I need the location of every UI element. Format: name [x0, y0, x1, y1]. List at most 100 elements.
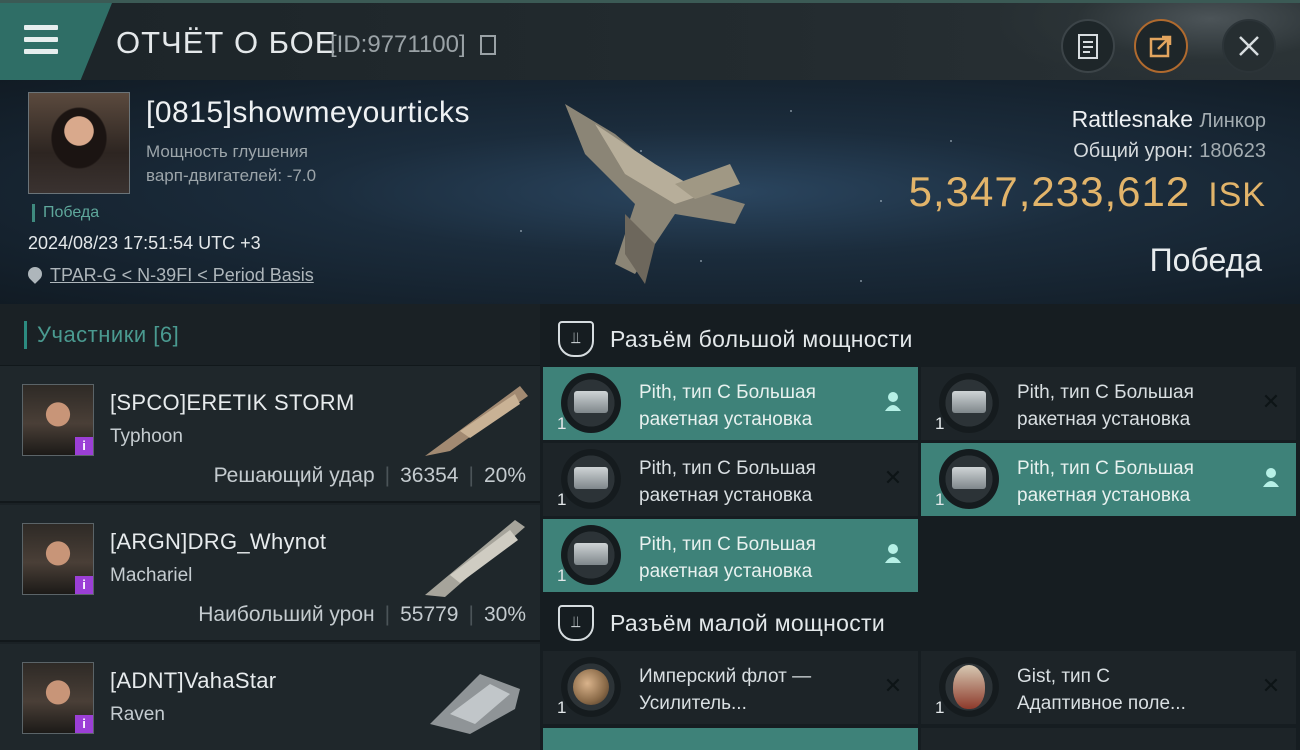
avatar[interactable]: i	[22, 662, 94, 734]
victim-stat-line2: варп-двигателей: -7.0	[146, 166, 317, 185]
page-title: ОТЧЁТ О БОЕ	[116, 25, 337, 60]
item-name: Имперский флот — Усилитель...	[639, 666, 812, 714]
participant-tag: Решающий удар	[213, 464, 375, 487]
isk-value: 5,347,233,612 ISK	[909, 168, 1266, 216]
participant-ship-image	[430, 674, 520, 734]
participant-name: [ADNT]VahaStar	[110, 668, 277, 693]
item-quantity: 1	[557, 698, 567, 717]
missile-launcher-icon	[561, 373, 621, 433]
item-quantity: 1	[935, 490, 945, 509]
item-quantity: 1	[935, 414, 945, 433]
participant-tag: Наибольший урон	[198, 603, 375, 626]
fitted-item[interactable]: 1 Pith, тип С Большая ракетная установка	[543, 519, 918, 592]
victim-stat: Мощность глушения варп-двигателей: -7.0	[146, 140, 316, 188]
location-pin-icon	[25, 264, 45, 284]
isk-amount: 5,347,233,612	[908, 168, 1191, 215]
item-quantity: 1	[557, 414, 567, 433]
participant-row[interactable]: i [ARGN]DRG_Whynot Machariel Наибольший …	[0, 505, 540, 642]
signal-amplifier-icon	[561, 657, 621, 717]
info-badge-icon: i	[75, 437, 93, 455]
dropped-person-icon	[882, 543, 904, 565]
damage-label: Общий урон:	[1073, 140, 1194, 162]
high-slot-icon: ⫫	[558, 321, 594, 357]
high-slot-title: Разъём большой мощности	[610, 325, 913, 352]
fitted-item-partial[interactable]	[921, 728, 1296, 750]
participant-row[interactable]: i [ADNT]VahaStar Raven	[0, 644, 540, 750]
victim-portrait[interactable]	[28, 92, 130, 194]
participant-damage: 36354	[400, 464, 459, 487]
ship-name[interactable]: Rattlesnake	[1072, 106, 1193, 132]
info-badge-icon: i	[75, 715, 93, 733]
fitted-item[interactable]: 1 Имперский флот — Усилитель... ✕	[543, 651, 918, 724]
copy-icon[interactable]	[480, 35, 496, 55]
item-quantity: 1	[557, 490, 567, 509]
participant-ship: Machariel	[110, 565, 193, 586]
kill-location[interactable]: TPAR-G < N-39FI < Period Basis	[25, 264, 314, 286]
total-damage: Общий урон: 180623	[1073, 140, 1266, 163]
item-name: Pith, тип С Большая ракетная установка	[639, 534, 816, 582]
victim-name[interactable]: [0815]showmeyourticks	[146, 96, 470, 130]
dropped-person-icon	[882, 391, 904, 413]
top-bar: ОТЧЁТ О БОЕ [ID:9771100]	[0, 0, 1300, 83]
fitted-item[interactable]: 1 Pith, тип С Большая ракетная установка	[921, 443, 1296, 516]
fitted-item-partial[interactable]	[543, 728, 918, 750]
participant-stats: Наибольший урон | 55779 | 30%	[198, 603, 526, 626]
avatar[interactable]: i	[22, 384, 94, 456]
clipboard-button[interactable]	[1061, 19, 1115, 73]
fitted-item[interactable]: 1 Gist, тип С Адаптивное поле... ✕	[921, 651, 1296, 724]
info-badge-icon: i	[75, 576, 93, 594]
victim-stat-line1: Мощность глушения	[146, 142, 308, 161]
low-slot-title: Разъём малой мощности	[610, 609, 886, 636]
fitted-item[interactable]: 1 Pith, тип С Большая ракетная установка …	[921, 367, 1296, 440]
header-accent	[24, 320, 27, 349]
missile-launcher-icon	[939, 449, 999, 509]
item-quantity: 1	[557, 566, 567, 585]
close-button[interactable]	[1222, 19, 1276, 73]
fitted-item[interactable]: 1 Pith, тип С Большая ракетная установка	[543, 367, 918, 440]
avatar[interactable]: i	[22, 523, 94, 595]
participant-stats: Решающий удар | 36354 | 20%	[213, 464, 526, 487]
isk-currency: ISK	[1208, 176, 1266, 214]
share-icon	[1149, 35, 1172, 58]
item-name: Gist, тип С Адаптивное поле...	[1017, 666, 1186, 714]
clipboard-icon	[1078, 34, 1098, 59]
missile-launcher-icon	[561, 449, 621, 509]
item-name: Pith, тип С Большая ракетная установка	[639, 458, 816, 506]
fitting-panel: ⫫ Разъём большой мощности 1 Pith, тип С …	[540, 304, 1300, 750]
participant-name: [SPCO]ERETIK STORM	[110, 390, 355, 415]
participants-header: Участники [6]	[0, 304, 540, 366]
missile-launcher-icon	[939, 373, 999, 433]
damage-value: 180623	[1199, 140, 1266, 162]
low-slot-icon: ⫫	[558, 605, 594, 641]
participant-ship-image	[425, 520, 525, 597]
dropped-person-icon	[1260, 467, 1282, 489]
participant-ship: Typhoon	[110, 426, 183, 447]
ship-class: Линкор	[1199, 110, 1266, 132]
participant-percent: 20%	[483, 464, 526, 487]
fitted-item[interactable]: 1 Pith, тип С Большая ракетная установка …	[543, 443, 918, 516]
location-link[interactable]: TPAR-G < N-39FI < Period Basis	[50, 265, 314, 285]
destroyed-icon: ✕	[1261, 389, 1281, 414]
menu-button[interactable]	[0, 3, 112, 80]
close-icon	[1239, 36, 1259, 56]
item-name: Pith, тип С Большая ракетная установка	[1017, 458, 1194, 506]
participant-ship-image	[425, 386, 528, 456]
result-tag: Победа	[32, 204, 99, 222]
victim-ship-image	[565, 104, 745, 284]
result-label: Победа	[1149, 242, 1262, 278]
participant-row[interactable]: i [SPCO]ERETIK STORM Typhoon Решающий уд…	[0, 366, 540, 503]
kill-datetime: 2024/08/23 17:51:54 UTC +3	[28, 233, 261, 253]
victim-banner: [0815]showmeyourticks Мощность глушения …	[0, 80, 1300, 304]
destroyed-icon: ✕	[883, 465, 903, 490]
destroyed-icon: ✕	[883, 673, 903, 698]
participant-ship: Raven	[110, 704, 165, 725]
participant-percent: 30%	[483, 603, 526, 626]
adaptive-field-icon	[939, 657, 999, 717]
item-name: Pith, тип С Большая ракетная установка	[1017, 382, 1194, 430]
participants-panel: Участники [6] i [SPCO]ERETIK STORM Typho…	[0, 304, 540, 750]
missile-launcher-icon	[561, 525, 621, 585]
share-button[interactable]	[1134, 19, 1188, 73]
item-quantity: 1	[935, 698, 945, 717]
participant-damage: 55779	[400, 603, 459, 626]
victim-ship: Rattlesnake Линкор	[1072, 106, 1266, 133]
